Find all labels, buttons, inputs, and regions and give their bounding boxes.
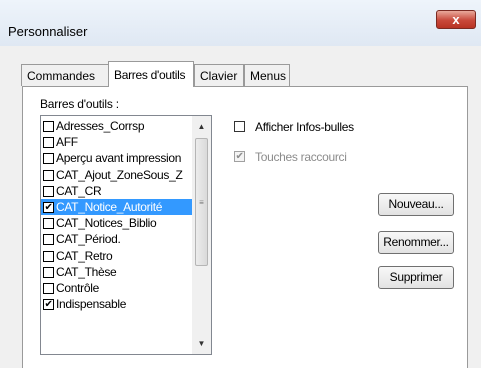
list-item-label: Aperçu avant impression — [56, 151, 182, 166]
list-item-checkbox[interactable] — [43, 137, 54, 149]
list-item-checkbox[interactable] — [43, 250, 54, 262]
list-item[interactable]: CAT_Périod. — [41, 231, 193, 247]
tooltips-label: Afficher Infos-bulles — [255, 120, 354, 134]
list-item-label: AFF — [56, 135, 78, 150]
new-button[interactable]: Nouveau... — [378, 193, 454, 216]
list-item-checkbox[interactable] — [43, 218, 54, 230]
list-item-checkbox[interactable] — [43, 234, 54, 246]
rename-button[interactable]: Renommer... — [378, 231, 454, 254]
list-item[interactable]: CAT_Ajout_ZoneSous_Z — [41, 167, 193, 183]
scroll-down-icon[interactable]: ▼ — [192, 335, 211, 352]
delete-button[interactable]: Supprimer — [378, 266, 454, 289]
close-icon: x — [452, 12, 460, 27]
list-item-label: CAT_CR — [56, 183, 102, 198]
grip-icon: ≡ — [199, 198, 204, 207]
toolbars-list: Adresses_Corrsp AFF Aperçu avant impressio… — [41, 118, 193, 312]
list-item-label: CAT_Périod. — [56, 232, 121, 247]
tab-commandes[interactable]: Commandes — [21, 64, 109, 86]
scroll-up-icon[interactable]: ▲ — [192, 118, 211, 135]
list-item[interactable]: ✔ Indispensable — [41, 296, 193, 312]
listbox-scrollbar[interactable]: ▲ ≡ ▼ — [192, 116, 211, 354]
list-item[interactable]: AFF — [41, 134, 193, 150]
list-item-checkbox[interactable]: ✔ — [43, 201, 54, 213]
list-item-label: Contrôle — [56, 280, 99, 295]
window-title: Personnaliser — [8, 24, 88, 39]
list-item-checkbox[interactable] — [43, 169, 54, 181]
list-item-label: Indispensable — [56, 297, 127, 312]
tooltips-checkbox[interactable] — [234, 121, 245, 132]
list-item-checkbox[interactable] — [43, 282, 54, 294]
list-item[interactable]: Adresses_Corrsp — [41, 118, 193, 134]
list-item-label: CAT_Notices_Biblio — [56, 216, 157, 231]
list-item-label: CAT_Retro — [56, 248, 113, 263]
shortcuts-checkbox: ✔ — [234, 151, 245, 162]
list-item-checkbox[interactable] — [43, 121, 54, 132]
list-item[interactable]: Aperçu avant impression — [41, 150, 193, 166]
list-item[interactable]: ✔ CAT_Notice_Autorité — [41, 198, 193, 216]
toolbars-listbox[interactable]: Adresses_Corrsp AFF Aperçu avant impressio… — [40, 115, 212, 355]
list-item-checkbox[interactable] — [43, 185, 54, 197]
list-item-label: CAT_Notice_Autorité — [56, 199, 163, 214]
tab-menus[interactable]: Menus — [244, 64, 290, 86]
list-item-label: CAT_Ajout_ZoneSous_Z — [56, 167, 183, 182]
tab-barres-outils[interactable]: Barres d'outils — [108, 61, 194, 87]
list-item[interactable]: Contrôle — [41, 280, 193, 296]
list-item-checkbox[interactable] — [43, 266, 54, 278]
list-item-label: CAT_Thèse — [56, 264, 117, 279]
list-item[interactable]: CAT_Thèse — [41, 264, 193, 280]
close-button[interactable]: x — [436, 10, 476, 29]
title-bar: Personnaliser x — [0, 0, 481, 46]
list-item[interactable]: CAT_Retro — [41, 248, 193, 264]
tab-clavier[interactable]: Clavier — [194, 64, 244, 86]
list-item-label: Adresses_Corrsp — [56, 119, 145, 133]
list-item[interactable]: CAT_CR — [41, 183, 193, 199]
scroll-thumb[interactable]: ≡ — [195, 138, 208, 266]
list-item-checkbox[interactable] — [43, 153, 54, 165]
list-item[interactable]: CAT_Notices_Biblio — [41, 215, 193, 231]
shortcuts-label: Touches raccourci — [255, 150, 347, 164]
list-item-checkbox[interactable]: ✔ — [43, 299, 54, 311]
toolbars-label: Barres d'outils : — [40, 97, 119, 111]
